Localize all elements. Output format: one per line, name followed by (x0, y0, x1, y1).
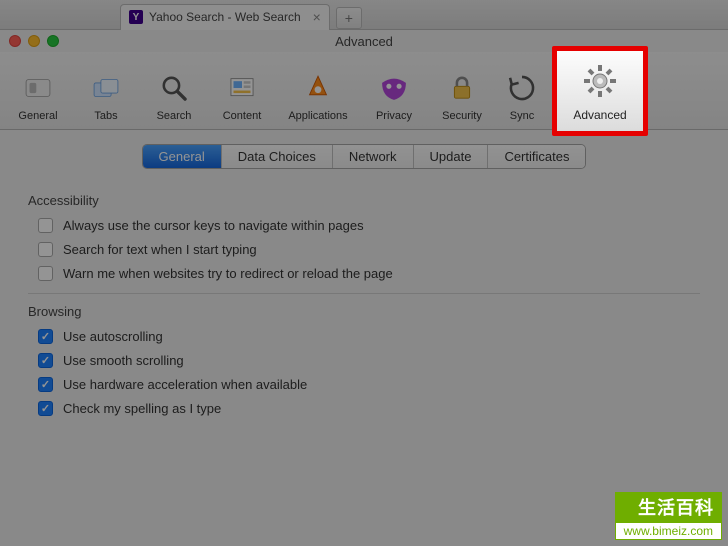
checkbox-autoscrolling[interactable] (38, 329, 53, 344)
favicon-yahoo: Y (129, 10, 143, 24)
toolbar-label: Applications (288, 110, 347, 122)
toolbar-tabs[interactable]: Tabs (74, 56, 138, 126)
preferences-toolbar: General Tabs Search Content Applications (0, 52, 728, 130)
lock-icon (444, 70, 480, 106)
section-browsing-title: Browsing (28, 304, 700, 319)
segmented-control: General Data Choices Network Update Cert… (142, 144, 587, 169)
advanced-subtabs: General Data Choices Network Update Cert… (0, 130, 728, 179)
toolbar-privacy[interactable]: Privacy (362, 56, 426, 126)
checkbox-spelling[interactable] (38, 401, 53, 416)
new-tab-button[interactable]: + (336, 7, 362, 29)
gear-icon (579, 60, 621, 102)
option-label: Warn me when websites try to redirect or… (63, 266, 393, 281)
option-row: Warn me when websites try to redirect or… (38, 266, 700, 281)
subtab-data-choices[interactable]: Data Choices (222, 145, 333, 168)
checkbox-warn-redirect[interactable] (38, 266, 53, 281)
divider (28, 293, 700, 294)
option-row: Check my spelling as I type (38, 401, 700, 416)
option-row: Use hardware acceleration when available (38, 377, 700, 392)
mask-icon (376, 70, 412, 106)
toolbar-search[interactable]: Search (142, 56, 206, 126)
toolbar-label: Content (223, 110, 262, 122)
sync-icon (504, 70, 540, 106)
option-label: Use smooth scrolling (63, 353, 184, 368)
watermark-url: www.bimeiz.com (615, 522, 722, 540)
checkbox-hardware-accel[interactable] (38, 377, 53, 392)
search-icon (156, 70, 192, 106)
option-label: Use autoscrolling (63, 329, 163, 344)
option-row: Search for text when I start typing (38, 242, 700, 257)
subtab-update[interactable]: Update (414, 145, 489, 168)
checkbox-cursor-keys[interactable] (38, 218, 53, 233)
tab-title: Yahoo Search - Web Search (149, 10, 301, 24)
option-row: Use autoscrolling (38, 329, 700, 344)
toolbar-content[interactable]: Content (210, 56, 274, 126)
preferences-content: Accessibility Always use the cursor keys… (0, 179, 728, 416)
browser-tab[interactable]: Y Yahoo Search - Web Search × (120, 4, 330, 30)
close-tab-icon[interactable]: × (313, 9, 321, 25)
option-row: Always use the cursor keys to navigate w… (38, 218, 700, 233)
toolbar-security[interactable]: Security (430, 56, 494, 126)
section-accessibility-title: Accessibility (28, 193, 700, 208)
checkbox-smooth-scrolling[interactable] (38, 353, 53, 368)
option-label: Use hardware acceleration when available (63, 377, 307, 392)
toolbar-label: Sync (510, 110, 534, 122)
option-label: Search for text when I start typing (63, 242, 257, 257)
toolbar-label: Tabs (94, 110, 117, 122)
content-icon (224, 70, 260, 106)
watermark-text: 生活百科 (615, 492, 722, 522)
toolbar-applications[interactable]: Applications (278, 56, 358, 126)
browser-tab-bar: Y Yahoo Search - Web Search × + (0, 0, 728, 30)
subtab-network[interactable]: Network (333, 145, 414, 168)
toolbar-label: Security (442, 110, 482, 122)
switch-icon (20, 70, 56, 106)
preferences-window: Advanced General Tabs Search Content (0, 30, 728, 546)
option-label: Always use the cursor keys to navigate w… (63, 218, 364, 233)
watermark: 生活百科 www.bimeiz.com (615, 492, 722, 540)
option-row: Use smooth scrolling (38, 353, 700, 368)
tabs-icon (88, 70, 124, 106)
toolbar-advanced[interactable]: Advanced (552, 46, 648, 136)
toolbar-label: Privacy (376, 110, 412, 122)
subtab-certificates[interactable]: Certificates (488, 145, 585, 168)
subtab-general[interactable]: General (143, 145, 222, 168)
toolbar-label: General (18, 110, 57, 122)
toolbar-label: Advanced (573, 108, 626, 122)
applications-icon (300, 70, 336, 106)
toolbar-general[interactable]: General (6, 56, 70, 126)
toolbar-label: Search (157, 110, 192, 122)
checkbox-search-typing[interactable] (38, 242, 53, 257)
toolbar-sync[interactable]: Sync (498, 56, 546, 126)
option-label: Check my spelling as I type (63, 401, 221, 416)
